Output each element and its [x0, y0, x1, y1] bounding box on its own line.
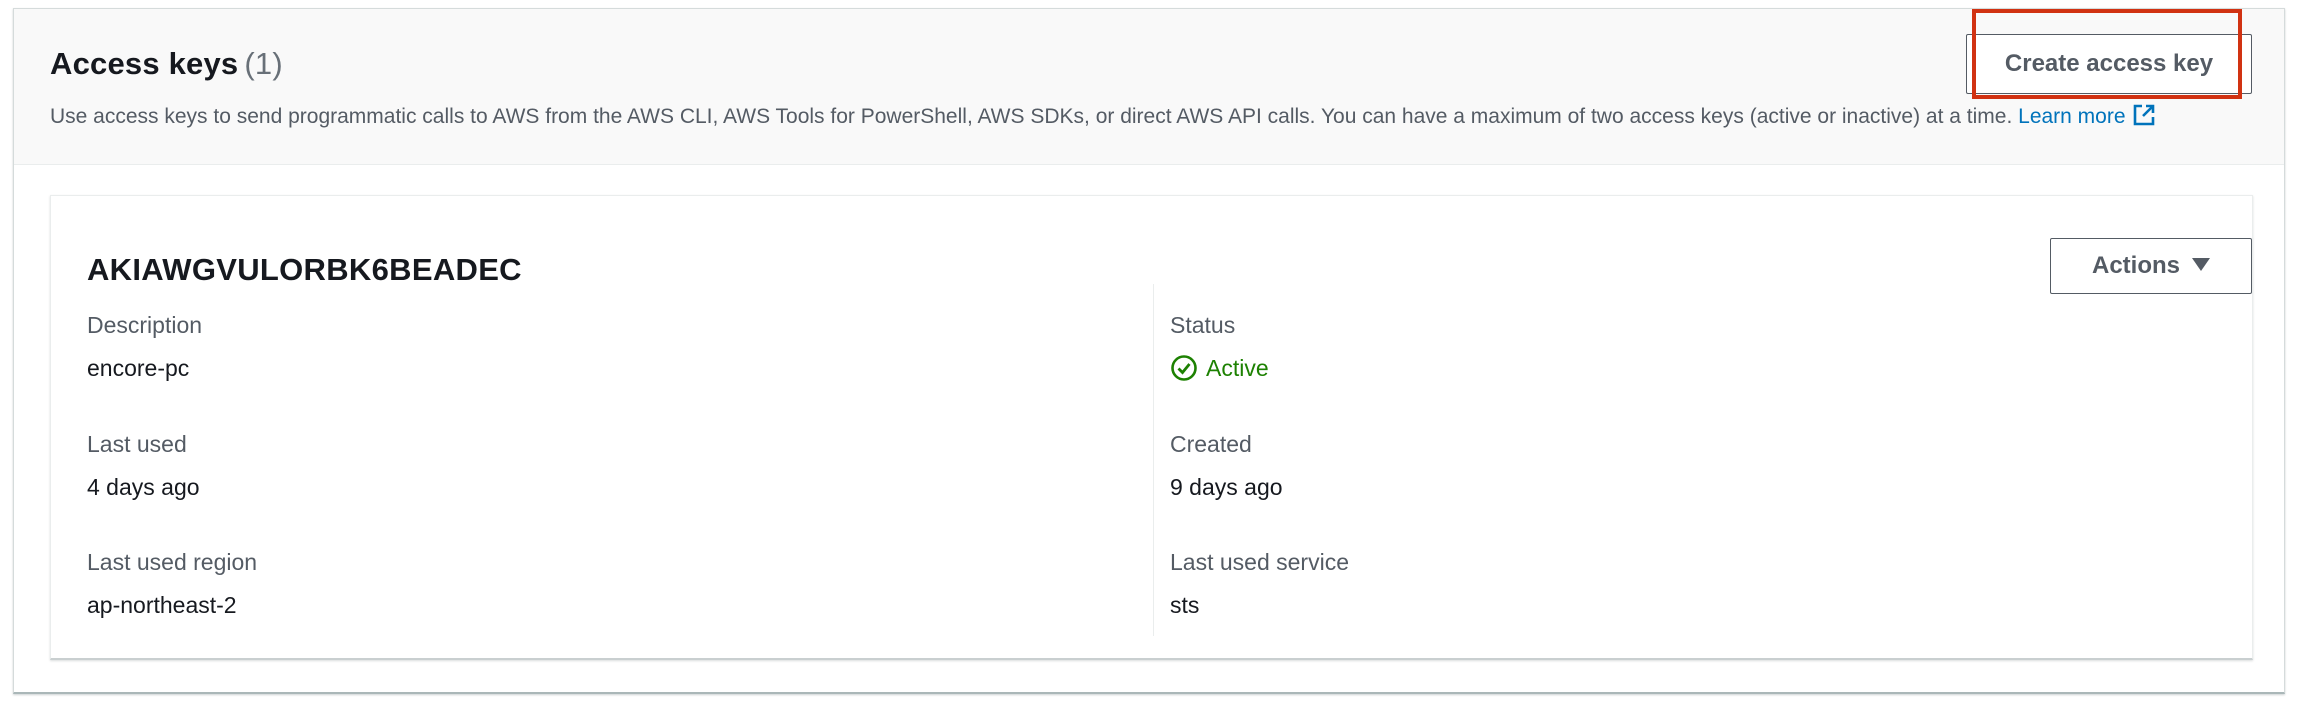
last-used-region-value: ap-northeast-2 — [87, 592, 237, 618]
check-circle-icon — [1170, 354, 1206, 382]
column-divider — [1153, 284, 1154, 636]
title-text: Access keys — [50, 46, 239, 81]
panel-header: Access keys (1) Use access keys to send p… — [14, 9, 2284, 165]
last-used-service-field: Last used service sts — [1170, 547, 1349, 620]
external-link-icon — [2132, 103, 2156, 133]
description-field: Description encore-pc — [87, 310, 202, 383]
status-badge: Active — [1170, 353, 1269, 383]
status-value: Active — [1206, 355, 1269, 381]
created-value: 9 days ago — [1170, 474, 1283, 500]
create-access-key-button[interactable]: Create access key — [1966, 34, 2252, 94]
actions-button[interactable]: Actions — [2050, 238, 2252, 294]
access-keys-panel: Access keys (1) Use access keys to send p… — [13, 8, 2285, 694]
last-used-service-label: Last used service — [1170, 549, 1349, 575]
learn-more-link[interactable]: Learn more — [2018, 104, 2155, 128]
status-label: Status — [1170, 312, 1236, 338]
caret-down-icon — [2192, 258, 2210, 271]
status-field: Status Active — [1170, 310, 1269, 383]
last-used-region-label: Last used region — [87, 549, 258, 575]
description-text: Use access keys to send programmatic cal… — [50, 105, 2013, 128]
learn-more-label: Learn more — [2018, 105, 2126, 128]
access-key-id: AKIAWGVULORBK6BEADEC — [87, 252, 522, 287]
panel-description: Use access keys to send programmatic cal… — [50, 103, 2156, 133]
created-field: Created 9 days ago — [1170, 429, 1283, 502]
last-used-service-value: sts — [1170, 592, 1200, 618]
last-used-label: Last used — [87, 431, 187, 457]
last-used-region-field: Last used region ap-northeast-2 — [87, 547, 257, 620]
page-title: Access keys (1) — [50, 46, 283, 82]
created-label: Created — [1170, 431, 1252, 457]
actions-label: Actions — [2091, 252, 2180, 279]
last-used-value: 4 days ago — [87, 474, 200, 500]
description-label: Description — [87, 312, 203, 338]
access-key-card: AKIAWGVULORBK6BEADEC Actions Description… — [50, 195, 2253, 660]
last-used-field: Last used 4 days ago — [87, 429, 200, 502]
description-value: encore-pc — [87, 355, 190, 381]
key-count: (1) — [244, 46, 283, 81]
